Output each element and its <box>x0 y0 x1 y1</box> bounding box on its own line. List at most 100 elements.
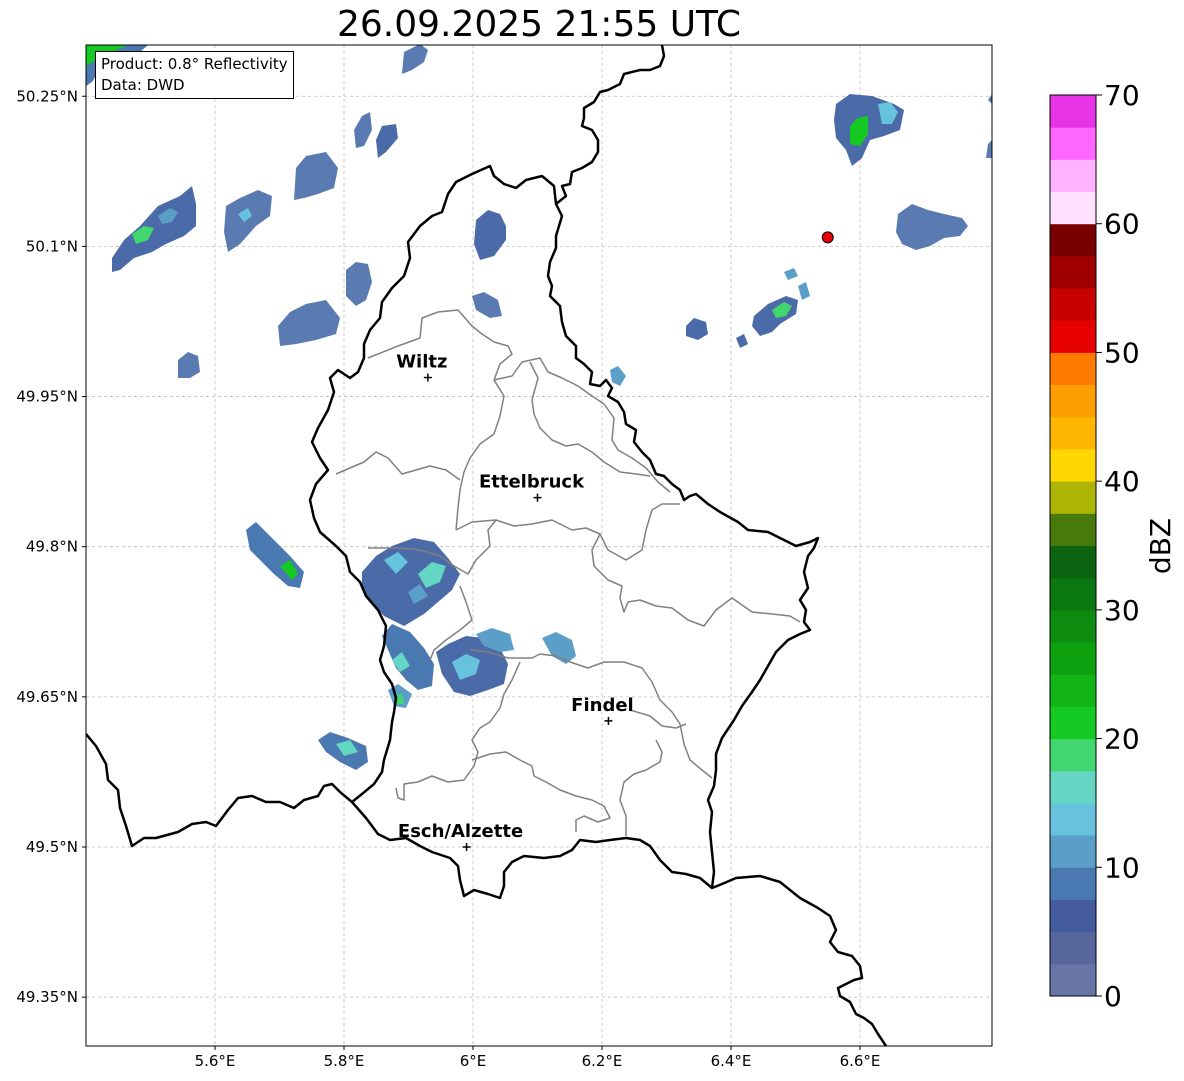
colorbar: 0 10 20 30 40 50 60 70 dBZ <box>1049 79 1177 1013</box>
district-line <box>471 751 611 832</box>
luxembourg-border <box>308 164 820 900</box>
lon-tick-label: 6.2°E <box>582 1052 623 1070</box>
echo-cell <box>686 318 708 340</box>
product-label: Product: 0.8° Reflectivity <box>101 55 288 73</box>
district-line <box>335 451 461 481</box>
echo-cell <box>896 204 968 250</box>
echo-cell <box>178 352 200 378</box>
city-label: Wiltz <box>396 352 447 373</box>
gridlines <box>86 45 992 1046</box>
colorbar-tick-label: 40 <box>1104 465 1140 498</box>
echo-cell <box>472 292 502 318</box>
colorbar-segment <box>1050 127 1096 160</box>
colorbar-tick-label: 0 <box>1104 980 1122 1013</box>
colorbar-segment <box>1050 481 1096 514</box>
echo-cell <box>986 140 992 158</box>
colorbar-segment <box>1050 320 1096 353</box>
echo-cell <box>542 632 576 664</box>
country-borders <box>86 45 888 1046</box>
lon-tick-label: 6.4°E <box>711 1052 752 1070</box>
echo-cell <box>246 522 304 588</box>
colorbar-segment <box>1050 545 1096 579</box>
belgium-france-border <box>86 733 353 848</box>
colorbar-tick-label: 70 <box>1104 79 1140 112</box>
echo-cell <box>224 190 272 252</box>
colorbar-segment <box>1050 288 1096 321</box>
colorbar-segment <box>1050 609 1096 643</box>
data-source-label: Data: DWD <box>101 76 185 94</box>
echo-cell <box>798 282 810 300</box>
colorbar-tick-label: 60 <box>1104 208 1140 241</box>
germany-france-border <box>711 874 888 1046</box>
colorbar-segment <box>1050 770 1096 804</box>
echo-cell <box>354 112 372 148</box>
city-label: Ettelbruck <box>479 472 585 493</box>
city-findel: Findel <box>571 695 634 725</box>
colorbar-segment <box>1050 867 1096 900</box>
district-line <box>367 309 513 531</box>
product-info-box: Product: 0.8° Reflectivity Data: DWD <box>95 51 294 99</box>
colorbar-label: dBZ <box>1144 518 1177 574</box>
colorbar-segment <box>1050 674 1096 707</box>
colorbar-segment <box>1050 577 1096 611</box>
echo-cell <box>376 124 398 158</box>
city-label: Findel <box>571 695 634 716</box>
colorbar-segment <box>1050 738 1096 772</box>
lat-tick-label: 49.5°N <box>26 838 78 856</box>
district-line <box>629 709 687 729</box>
colorbar-tick-label: 10 <box>1104 851 1140 884</box>
city-ettelbruck: Ettelbruck <box>479 472 585 502</box>
echo-cell <box>784 268 798 280</box>
colorbar-segment <box>1050 931 1096 965</box>
district-line <box>591 533 801 627</box>
lon-tick-label: 6.6°E <box>840 1052 881 1070</box>
lat-tick-label: 49.65°N <box>16 688 78 706</box>
colorbar-segment <box>1050 352 1096 386</box>
location-marker <box>821 231 834 244</box>
echo-cell <box>112 186 196 272</box>
colorbar-segment <box>1050 706 1096 740</box>
colorbar-segment <box>1050 159 1096 193</box>
colorbar-segment <box>1050 384 1096 418</box>
echo-cell <box>362 538 460 626</box>
lat-tick-label: 49.35°N <box>16 988 78 1006</box>
lon-tick-label: 5.6°E <box>195 1052 236 1070</box>
lat-tick-label: 50.1°N <box>26 237 78 255</box>
colorbar-segment <box>1050 899 1096 933</box>
colorbar-segment <box>1050 95 1096 128</box>
map-frame <box>85 44 993 1047</box>
colorbar-tick-label: 20 <box>1104 723 1140 756</box>
colorbar-segment <box>1050 223 1096 257</box>
district-line <box>475 519 497 561</box>
radar-map: 50.25°N 50.1°N 49.95°N 49.8°N 49.65°N 49.5°N 4… <box>16 44 1177 1070</box>
colorbar-segment <box>1050 802 1096 836</box>
echo-cell <box>736 334 748 348</box>
colorbar-segment <box>1050 513 1096 546</box>
echo-cell <box>402 45 428 74</box>
colorbar-tick-label: 30 <box>1104 594 1140 627</box>
germany-border <box>555 45 666 205</box>
city-esch-alzette: Esch/Alzette <box>398 821 523 851</box>
radar-echoes <box>86 45 992 770</box>
echo-cell <box>988 94 992 104</box>
district-line <box>619 739 663 836</box>
lon-tick-label: 6°E <box>460 1052 487 1070</box>
colorbar-segment <box>1050 835 1096 868</box>
city-label: Esch/Alzette <box>398 821 523 842</box>
colorbar-segment <box>1050 416 1096 450</box>
echo-cell <box>346 262 372 306</box>
colorbar-segment <box>1050 448 1096 482</box>
echo-cell <box>278 300 340 346</box>
echo-cell <box>834 94 904 166</box>
lat-tick-label: 50.25°N <box>16 87 78 105</box>
lat-tick-label: 49.95°N <box>16 388 78 406</box>
colorbar-segment <box>1050 963 1096 997</box>
echo-cell <box>610 366 626 386</box>
district-line <box>455 503 680 561</box>
colorbar-segment <box>1050 642 1096 675</box>
colorbar-segment <box>1050 255 1096 289</box>
echo-cell <box>294 152 338 200</box>
colorbar-segment <box>1050 191 1096 225</box>
echo-cell <box>474 210 506 260</box>
lon-tick-label: 5.8°E <box>324 1052 365 1070</box>
